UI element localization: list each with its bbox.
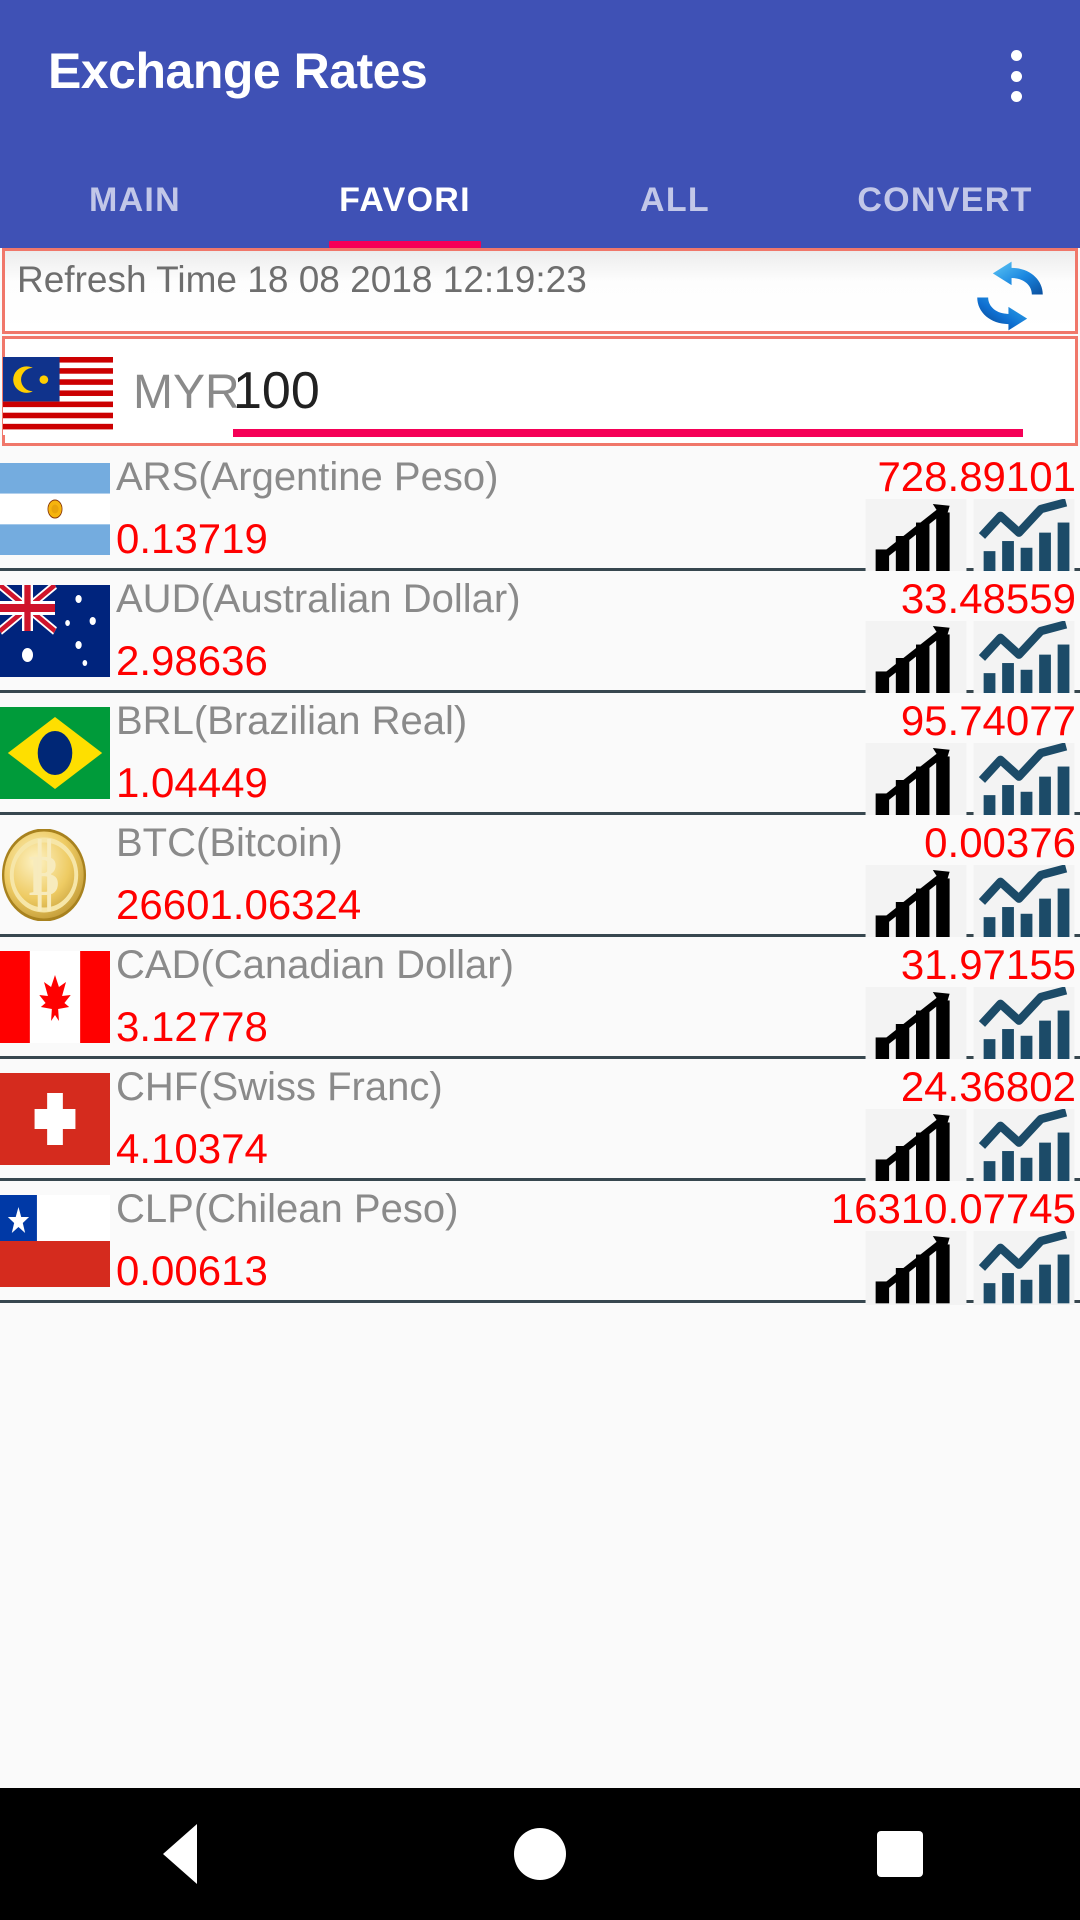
refresh-time-label: Refresh Time 18 08 2018 12:19:23 bbox=[17, 259, 587, 300]
svg-text:B: B bbox=[29, 845, 59, 908]
currency-name: AUD(Australian Dollar) bbox=[116, 577, 521, 621]
tab-label: FAVORI bbox=[339, 180, 471, 219]
app-bar: Exchange Rates bbox=[0, 0, 1080, 152]
bar-chart-up-icon bbox=[865, 621, 967, 695]
converted-amount: 95.74077 bbox=[900, 697, 1076, 744]
refresh-bar: Refresh Time 18 08 2018 12:19:23 bbox=[2, 248, 1078, 334]
line-chart-up-icon bbox=[973, 1109, 1075, 1183]
chile-flag-icon bbox=[0, 1195, 110, 1287]
table-row[interactable]: B BTC(Bitcoin) 0.00376 26601.06324 bbox=[0, 815, 1080, 939]
tab-label: ALL bbox=[640, 180, 710, 219]
argentina-flag-icon bbox=[0, 463, 110, 555]
tab-label: CONVERT bbox=[857, 180, 1033, 219]
line-chart-up-icon bbox=[973, 865, 1075, 939]
chart-icons[interactable] bbox=[864, 1231, 1080, 1305]
chart-icons[interactable] bbox=[864, 987, 1080, 1061]
home-circle-icon bbox=[514, 1828, 566, 1880]
table-row[interactable]: CHF(Swiss Franc) 24.36802 4.10374 bbox=[0, 1059, 1080, 1183]
app-root: Exchange Rates MAIN FAVORI ALL CONVERT R… bbox=[0, 0, 1080, 1920]
refresh-icon[interactable] bbox=[967, 257, 1053, 335]
bitcoin-coin-icon: B bbox=[0, 829, 110, 921]
base-currency-code: MYR bbox=[133, 366, 240, 419]
table-row[interactable]: ARS(Argentine Peso) 728.89101 0.13719 bbox=[0, 449, 1080, 573]
converted-amount: 728.89101 bbox=[877, 453, 1076, 500]
chart-icons[interactable] bbox=[864, 743, 1080, 817]
base-amount-underline bbox=[233, 429, 1023, 437]
line-chart-up-icon bbox=[973, 743, 1075, 817]
bar-chart-up-icon bbox=[865, 499, 967, 573]
converted-amount: 31.97155 bbox=[900, 941, 1076, 988]
line-chart-up-icon bbox=[973, 987, 1075, 1061]
chart-icons[interactable] bbox=[864, 621, 1080, 695]
bar-chart-up-icon bbox=[865, 865, 967, 939]
tab-favori[interactable]: FAVORI bbox=[270, 152, 540, 248]
unit-rate: 2.98636 bbox=[116, 637, 268, 684]
chart-icons[interactable] bbox=[864, 499, 1080, 573]
table-row[interactable]: CLP(Chilean Peso) 16310.07745 0.00613 bbox=[0, 1181, 1080, 1305]
overflow-dot-icon bbox=[1010, 91, 1022, 102]
converted-amount: 16310.07745 bbox=[830, 1185, 1076, 1232]
tab-bar: MAIN FAVORI ALL CONVERT bbox=[0, 152, 1080, 248]
converted-amount: 33.48559 bbox=[900, 575, 1076, 622]
unit-rate: 0.00613 bbox=[116, 1247, 268, 1294]
base-currency-row[interactable]: MYR 100 bbox=[2, 336, 1078, 446]
switzerland-flag-icon bbox=[0, 1073, 110, 1165]
bar-chart-up-icon bbox=[865, 1109, 967, 1183]
table-row[interactable]: AUD(Australian Dollar) 33.48559 2.98636 bbox=[0, 571, 1080, 695]
currency-name: CAD(Canadian Dollar) bbox=[116, 943, 514, 987]
base-amount-input[interactable]: 100 bbox=[233, 361, 320, 421]
canada-flag-icon bbox=[0, 951, 110, 1043]
table-row[interactable]: BRL(Brazilian Real) 95.74077 1.04449 bbox=[0, 693, 1080, 817]
chart-icons[interactable] bbox=[864, 1109, 1080, 1183]
chart-icons[interactable] bbox=[864, 865, 1080, 939]
australia-flag-icon bbox=[0, 585, 110, 677]
recents-square-icon bbox=[877, 1831, 923, 1877]
currency-name: BRL(Brazilian Real) bbox=[116, 699, 468, 743]
tab-label: MAIN bbox=[88, 180, 182, 219]
overflow-menu-button[interactable] bbox=[986, 44, 1046, 108]
unit-rate: 3.12778 bbox=[116, 1003, 268, 1050]
bar-chart-up-icon bbox=[865, 987, 967, 1061]
line-chart-up-icon bbox=[973, 499, 1075, 573]
converted-amount: 24.36802 bbox=[900, 1063, 1076, 1110]
currency-name: CLP(Chilean Peso) bbox=[116, 1187, 459, 1231]
malaysia-flag-icon bbox=[3, 357, 113, 435]
currency-list: ARS(Argentine Peso) 728.89101 0.13719 AU… bbox=[0, 449, 1080, 1789]
unit-rate: 0.13719 bbox=[116, 515, 268, 562]
tab-main[interactable]: MAIN bbox=[0, 152, 270, 248]
unit-rate: 4.10374 bbox=[116, 1125, 268, 1172]
currency-name: CHF(Swiss Franc) bbox=[116, 1065, 443, 1109]
page-title: Exchange Rates bbox=[48, 43, 428, 99]
unit-rate: 26601.06324 bbox=[116, 881, 362, 928]
currency-name: BTC(Bitcoin) bbox=[116, 821, 343, 865]
back-button[interactable] bbox=[120, 1788, 240, 1920]
overflow-dot-icon bbox=[1010, 50, 1022, 61]
converted-amount: 0.00376 bbox=[924, 819, 1076, 866]
brazil-flag-icon bbox=[0, 707, 110, 799]
bar-chart-up-icon bbox=[865, 743, 967, 817]
overflow-dot-icon bbox=[1010, 70, 1022, 82]
tab-indicator bbox=[329, 241, 481, 248]
back-triangle-icon bbox=[163, 1824, 197, 1884]
bar-chart-up-icon bbox=[865, 1231, 967, 1305]
home-button[interactable] bbox=[480, 1788, 600, 1920]
tab-all[interactable]: ALL bbox=[540, 152, 810, 248]
android-navigation-bar bbox=[0, 1788, 1080, 1920]
line-chart-up-icon bbox=[973, 621, 1075, 695]
table-row[interactable]: CAD(Canadian Dollar) 31.97155 3.12778 bbox=[0, 937, 1080, 1061]
currency-name: ARS(Argentine Peso) bbox=[116, 455, 499, 499]
line-chart-up-icon bbox=[973, 1231, 1075, 1305]
tab-convert[interactable]: CONVERT bbox=[810, 152, 1080, 248]
recents-button[interactable] bbox=[840, 1788, 960, 1920]
unit-rate: 1.04449 bbox=[116, 759, 268, 806]
